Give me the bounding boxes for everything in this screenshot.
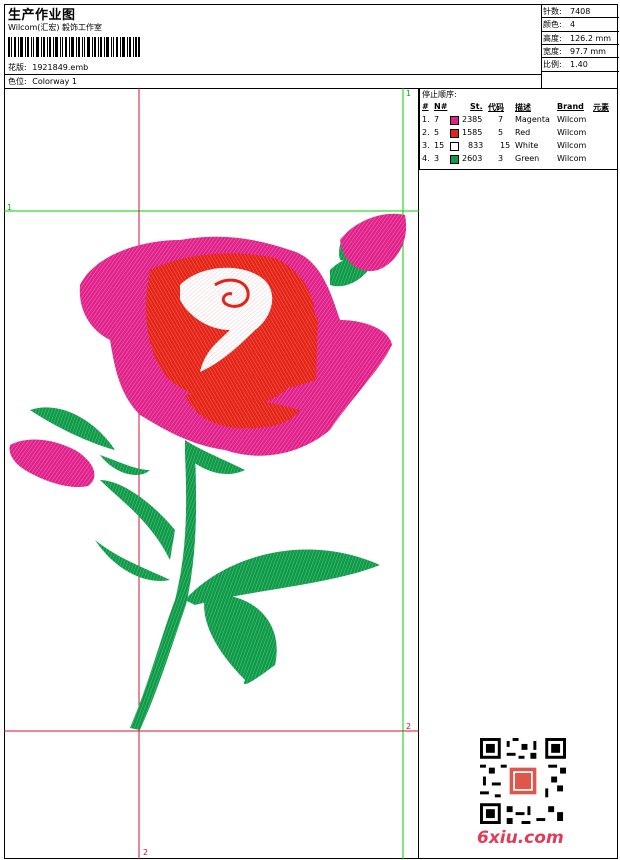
guide-label-v2: 2 — [143, 848, 149, 857]
guide-label-h1: 1 — [7, 203, 13, 212]
qr-code-icon — [480, 738, 566, 824]
guide-label-v1: 1 — [406, 89, 412, 98]
embroidery-preview — [4, 88, 419, 859]
watermark-text: 6xiu.com — [477, 828, 564, 848]
guide-label-h2: 2 — [406, 722, 412, 731]
rose-bloom — [9, 213, 407, 488]
